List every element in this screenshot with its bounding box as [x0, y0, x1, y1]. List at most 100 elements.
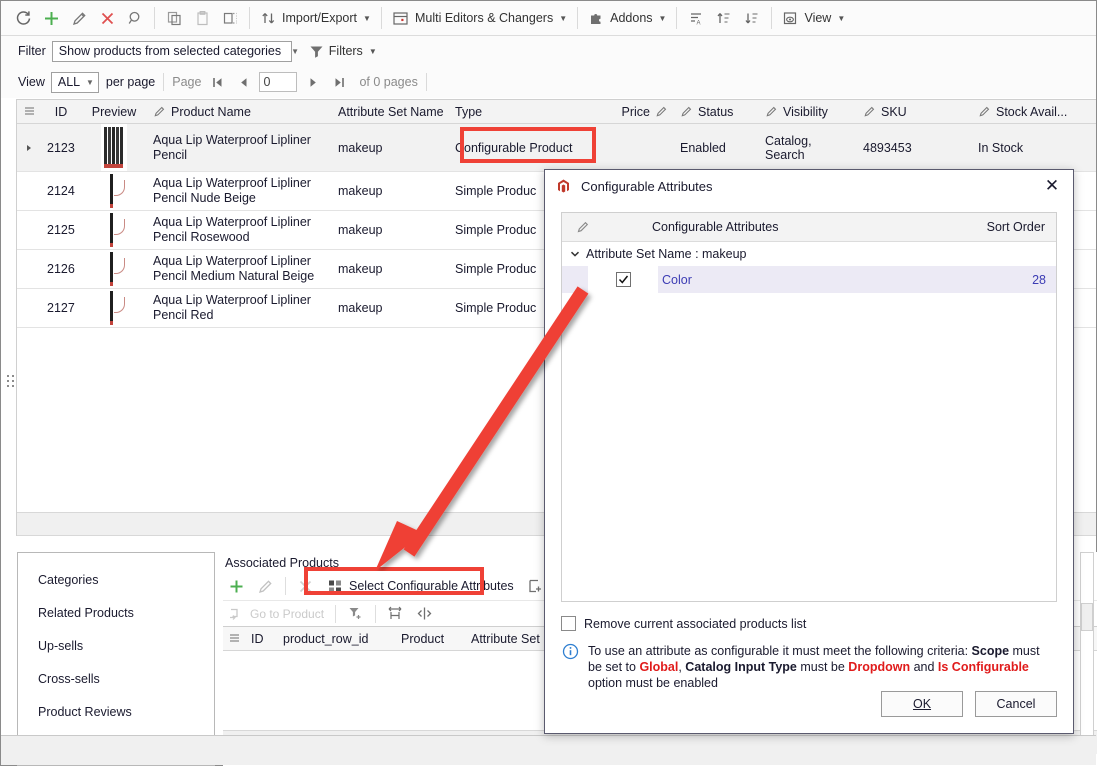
column-header-visibility[interactable]: Visibility — [759, 100, 857, 124]
delete-x-icon[interactable] — [93, 4, 121, 32]
filter-label: Filter — [18, 44, 46, 58]
ap-column-product[interactable]: Product — [395, 627, 465, 651]
svg-text:A: A — [696, 20, 700, 26]
attribute-row-color[interactable]: Color 28 — [562, 266, 1056, 293]
column-label-product-name: Product Name — [171, 104, 251, 119]
remove-associated-products-row[interactable]: Remove current associated products list — [561, 616, 1073, 631]
column-header-product-name[interactable]: Product Name — [147, 100, 332, 124]
info-note-text: To use an attribute as configurable it m… — [588, 643, 1056, 691]
column-header-status[interactable]: Status — [674, 100, 759, 124]
ap-column-product-row-id[interactable]: product_row_id — [277, 627, 395, 651]
paste-icon[interactable] — [188, 4, 216, 32]
multi-editors-label: Multi Editors & Changers — [414, 11, 554, 25]
view-button[interactable]: View ▼ — [777, 4, 850, 32]
cell-sku: 4893453 — [863, 140, 912, 155]
chevron-down-icon: ▼ — [363, 13, 371, 23]
ap-grid-menu-icon[interactable] — [223, 627, 245, 651]
sidebar-item-related-products[interactable]: Related Products — [18, 596, 214, 629]
sidebar-item-categories[interactable]: Categories — [18, 563, 214, 596]
sidebar-item-up-sells[interactable]: Up-sells — [18, 629, 214, 662]
sort-ascending-icon[interactable] — [710, 4, 738, 32]
add-icon[interactable] — [37, 4, 65, 32]
sort-descending-icon[interactable] — [738, 4, 766, 32]
attribute-name-link[interactable]: Color — [662, 273, 692, 287]
cell-id: 2123 — [47, 140, 75, 155]
edit-pencil-icon-sku — [864, 106, 875, 117]
multi-editors-changers-button[interactable]: Multi Editors & Changers ▼ — [387, 4, 572, 32]
edit-pencil-icon[interactable] — [65, 4, 93, 32]
copy-icon[interactable] — [160, 4, 188, 32]
ap-column-id[interactable]: ID — [245, 627, 277, 651]
filters-label: Filters — [328, 44, 363, 58]
add-associated-icon[interactable] — [223, 574, 250, 598]
toolbar-divider-4 — [577, 7, 579, 29]
search-magnifier-icon[interactable] — [121, 4, 149, 32]
page-number-input[interactable] — [259, 72, 298, 92]
duplicate-icon[interactable] — [216, 4, 244, 32]
attributes-column-label[interactable]: Configurable Attributes — [652, 220, 778, 234]
first-page-icon[interactable] — [207, 72, 227, 92]
sidebar-item-label: Product Reviews — [38, 704, 132, 719]
sidebar-item-product-reviews[interactable]: Product Reviews — [18, 695, 214, 728]
attribute-sort-order: 28 — [1032, 272, 1046, 287]
sidebar-item-label: Related Products — [38, 605, 134, 620]
column-header-sku[interactable]: SKU — [857, 100, 972, 124]
toolbar-divider — [154, 7, 155, 29]
toolbar-divider-5 — [676, 7, 678, 29]
fit-columns-icon[interactable] — [382, 602, 409, 626]
cell-attribute-set: makeup — [338, 184, 383, 198]
grid-menu-icon[interactable] — [17, 100, 41, 124]
filters-button[interactable]: Filters ▼ — [304, 37, 382, 65]
import-export-button[interactable]: Import/Export ▼ — [255, 4, 376, 32]
addons-label: Addons — [610, 11, 653, 25]
column-header-id[interactable]: ID — [41, 100, 81, 124]
attribute-checkbox[interactable] — [615, 272, 631, 287]
select-configurable-attributes-button[interactable]: Select Configurable Attributes — [321, 574, 520, 598]
chevron-expanded-icon[interactable] — [570, 249, 580, 259]
column-header-stock[interactable]: Stock Avail... — [972, 100, 1092, 124]
sidebar-item-websites[interactable]: Websites — [18, 553, 214, 563]
cell-stock: In Stock — [978, 140, 1024, 155]
column-header-preview[interactable]: Preview — [81, 100, 147, 124]
attribute-checkbox-cell[interactable] — [588, 266, 658, 293]
refresh-icon[interactable] — [9, 4, 37, 32]
table-row[interactable]: 2123 Aqua Lip Waterproof Lipliner Pencil… — [17, 124, 1096, 172]
cell-preview — [81, 124, 147, 171]
status-bar — [1, 735, 1096, 765]
sort-order-column-label[interactable]: Sort Order — [987, 220, 1056, 234]
per-page-suffix: per page — [105, 75, 156, 89]
vertical-scrollbar-track[interactable] — [1080, 552, 1094, 742]
addons-button[interactable]: Addons ▼ — [583, 4, 671, 32]
column-header-attribute-set[interactable]: Attribute Set Name — [332, 100, 449, 124]
row-expander-icon[interactable] — [17, 124, 41, 171]
add-filter-icon[interactable] — [342, 602, 369, 626]
auto-width-icon[interactable] — [411, 602, 438, 626]
column-label-stock: Stock Avail... — [996, 104, 1068, 119]
per-page-select[interactable]: ALL ▼ — [50, 71, 99, 93]
sort-alpha-icon[interactable]: A — [682, 4, 710, 32]
delete-associated-icon[interactable] — [292, 574, 319, 598]
close-icon[interactable]: ✕ — [1039, 174, 1065, 198]
column-header-type[interactable]: Type — [449, 100, 611, 124]
cancel-button[interactable]: Cancel — [975, 691, 1057, 717]
sidebar-item-cross-sells[interactable]: Cross-sells — [18, 662, 214, 695]
ok-button[interactable]: OK — [881, 691, 963, 717]
next-page-icon[interactable] — [303, 72, 323, 92]
prev-page-icon[interactable] — [233, 72, 253, 92]
attribute-set-group-row[interactable]: Attribute Set Name : makeup — [562, 242, 1056, 266]
dialog-title: Configurable Attributes — [581, 178, 713, 194]
last-page-icon[interactable] — [329, 72, 349, 92]
filter-select[interactable]: Show products from selected categories ▼ — [51, 40, 299, 62]
vertical-scrollbar-thumb[interactable] — [1081, 603, 1093, 631]
note-part-1: To use an attribute as configurable it m… — [588, 644, 972, 658]
panel-splitter-handle[interactable] — [5, 369, 15, 393]
cell-price — [611, 124, 674, 171]
go-to-product-label: Go to Product — [250, 606, 325, 621]
remove-associated-checkbox[interactable] — [561, 616, 576, 631]
go-to-product-button[interactable]: Go to Product — [223, 602, 329, 626]
cell-id: 2127 — [47, 301, 75, 315]
column-header-price[interactable]: Price — [611, 100, 674, 124]
main-toolbar: Import/Export ▼ Multi Editors & Changers… — [1, 1, 1096, 36]
edit-associated-icon[interactable] — [252, 574, 279, 598]
cell-preview — [81, 289, 147, 327]
